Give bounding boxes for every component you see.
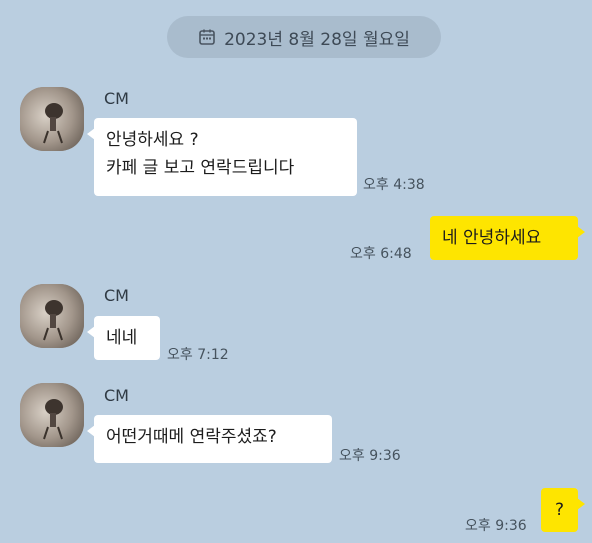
profile-photo <box>20 284 84 348</box>
avatar[interactable] <box>20 87 84 151</box>
message-bubble[interactable]: 안녕하세요 ? 카페 글 보고 연락드립니다 <box>87 118 357 196</box>
date-divider: 2023년 8월 28일 월요일 <box>167 16 441 58</box>
message-bubble[interactable]: 네 안녕하세요 <box>430 216 585 260</box>
message-time: 오후 7:12 <box>167 347 229 363</box>
profile-photo <box>20 383 84 447</box>
sender-name: CM <box>104 286 129 305</box>
message-bubble[interactable]: 어떤거때메 연락주셨죠? <box>87 415 332 463</box>
sender-name: CM <box>104 386 129 405</box>
date-divider-label: 2023년 8월 28일 월요일 <box>224 29 410 50</box>
avatar[interactable] <box>20 383 84 447</box>
avatar[interactable] <box>20 284 84 348</box>
calendar-icon <box>199 29 215 45</box>
message-time: 오후 4:38 <box>363 177 425 193</box>
message-time: 오후 9:36 <box>465 518 527 534</box>
sender-name: CM <box>104 89 129 108</box>
message-bubble[interactable]: ? <box>541 488 585 532</box>
profile-photo <box>20 87 84 151</box>
message-bubble[interactable]: 네네 <box>87 316 160 360</box>
message-time: 오후 6:48 <box>350 246 412 262</box>
message-time: 오후 9:36 <box>339 448 401 464</box>
